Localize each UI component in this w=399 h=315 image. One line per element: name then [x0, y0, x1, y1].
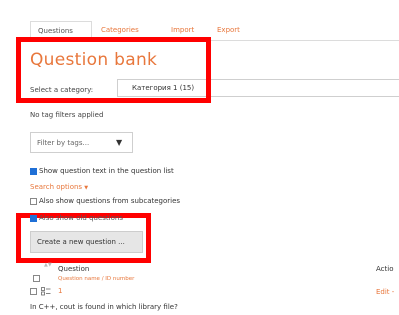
old-questions-checkbox[interactable] — [30, 215, 37, 222]
create-question-label: Create a new question ... — [37, 238, 125, 246]
chevron-down-icon: ▼ — [84, 185, 89, 191]
show-question-text-checkbox[interactable] — [30, 168, 37, 175]
subcategories-checkbox[interactable] — [30, 198, 37, 205]
question-column-subheader[interactable]: Question name / ID number — [58, 276, 134, 282]
row-select-checkbox[interactable] — [30, 288, 37, 295]
subcategories-label: Also show questions from subcategories — [39, 197, 181, 205]
search-options-label: Search options — [30, 183, 83, 191]
old-questions-label: Also show old questions — [39, 214, 123, 222]
edit-menu-link[interactable]: Edit - — [376, 288, 394, 296]
question-name-link[interactable]: 1 — [58, 287, 62, 295]
highlight-box-title — [16, 37, 211, 103]
create-question-button[interactable]: Create a new question ... — [30, 231, 143, 253]
question-text: In C++, cout is found in which library f… — [30, 303, 178, 311]
sort-arrows-icon[interactable]: ▲▼ — [44, 262, 52, 268]
question-type-icon — [41, 287, 51, 296]
caret-down-icon: ▼ — [116, 138, 123, 147]
show-question-text-label: Show question text in the question list — [39, 167, 174, 175]
tab-label: Questions — [38, 27, 73, 35]
question-column-header[interactable]: Question — [58, 265, 89, 273]
actions-column-header: Actio — [376, 265, 394, 273]
select-all-checkbox[interactable] — [33, 275, 40, 282]
tag-filter-placeholder: Filter by tags... — [37, 139, 90, 147]
tag-filter-dropdown[interactable]: Filter by tags... ▼ — [30, 132, 133, 153]
tab-export[interactable]: Export — [217, 21, 240, 40]
tag-filter-status: No tag filters applied — [30, 111, 104, 119]
search-options-toggle[interactable]: Search options ▼ — [30, 183, 88, 191]
